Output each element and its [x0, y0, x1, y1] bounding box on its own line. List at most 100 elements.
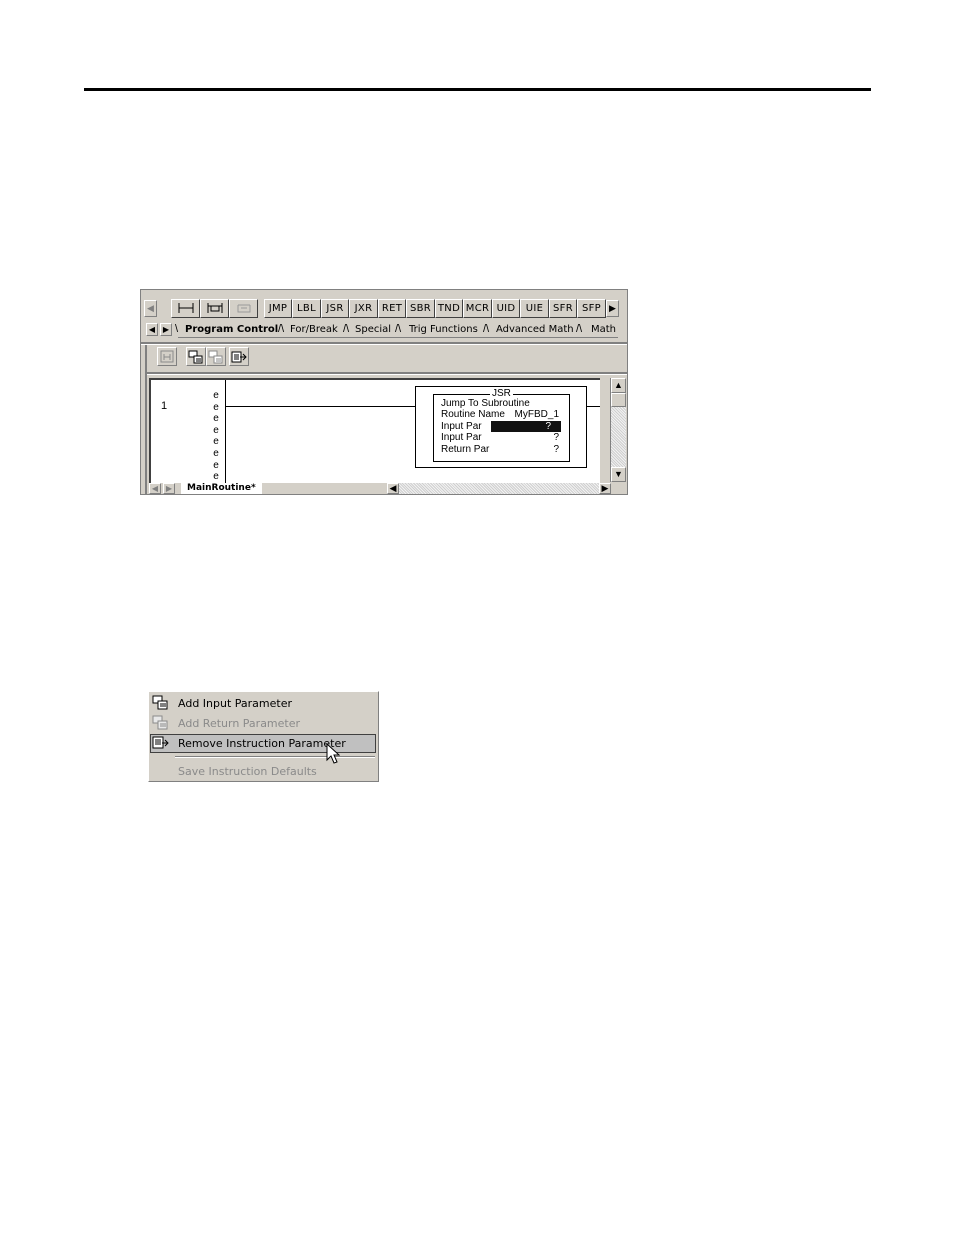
branch-icon: [207, 303, 222, 313]
rung-error-marker: e: [213, 471, 219, 483]
menu-item-add-return-parameter[interactable]: Add Return Parameter: [150, 714, 376, 733]
routine-frame-edge: [145, 345, 147, 494]
jsr-input-par-selected[interactable]: ?: [491, 421, 561, 432]
add-input-parameter-icon: [152, 695, 168, 710]
rung-icon: [178, 303, 193, 313]
hscroll-right-button[interactable]: ▶: [599, 483, 611, 494]
verify-routine-button[interactable]: [157, 347, 177, 366]
uid-button[interactable]: UID: [492, 299, 520, 318]
tab-special[interactable]: Special: [355, 322, 391, 337]
branch-level-button[interactable]: [229, 299, 258, 318]
menu-item-remove-instruction-parameter[interactable]: Remove Instruction Parameter: [150, 734, 376, 753]
menu-item-label: Add Return Parameter: [178, 717, 301, 730]
tab-separator: \: [175, 323, 179, 335]
remove-parameter-icon: [152, 736, 169, 749]
lbl-button[interactable]: LBL: [292, 299, 321, 318]
toolbar-divider: [141, 342, 627, 345]
tab-scroll-left-button[interactable]: ◀: [146, 323, 158, 336]
menu-item-label: Add Input Parameter: [178, 697, 293, 710]
jsr-input-par-label: Input Par: [441, 432, 482, 443]
tab-program-control[interactable]: Program Control: [185, 322, 278, 337]
routine-divider: [147, 372, 627, 375]
instruction-tab-strip: ◀ ▶ \ Program Control /\ For/Break /\ Sp…: [144, 322, 618, 338]
rung-button[interactable]: [171, 299, 200, 318]
jsr-routine-name-value[interactable]: MyFBD_1: [515, 409, 559, 420]
jsr-button[interactable]: JSR: [321, 299, 349, 318]
branch-level-icon: [237, 304, 250, 313]
menu-separator: [175, 756, 375, 758]
tab-separator: /\: [278, 323, 285, 335]
add-return-parameter-button[interactable]: [206, 347, 226, 366]
rung-error-markers: e e e e e e e e: [211, 390, 221, 483]
scroll-down-button[interactable]: ▼: [611, 467, 626, 482]
branch-button[interactable]: [200, 299, 229, 318]
vertical-scroll-track[interactable]: [611, 407, 626, 467]
tab-advanced-math[interactable]: Advanced Math: [496, 322, 574, 337]
jsr-input-par-value[interactable]: ?: [553, 432, 559, 443]
routine-toolbar: [149, 347, 449, 367]
tab-separator: /\: [483, 323, 490, 335]
tab-main-routine[interactable]: MainRoutine*: [181, 483, 262, 494]
remove-parameter-button[interactable]: [229, 347, 249, 366]
rung-number: 1: [161, 400, 168, 412]
tnd-button[interactable]: TND: [435, 299, 463, 318]
sfp-button[interactable]: SFP: [577, 299, 606, 318]
add-return-parameter-icon: [152, 715, 168, 730]
menu-item-save-instruction-defaults[interactable]: Save Instruction Defaults: [150, 762, 376, 781]
tab-math[interactable]: Math: [591, 322, 616, 337]
tab-baseline: [178, 337, 618, 338]
ladder-editor-window: ◀ JMP LBL JSR JXR RET SBR TND MCR UID UI…: [140, 289, 628, 495]
rung-error-marker: e: [213, 424, 219, 436]
instruction-toolbar: ◀ JMP LBL JSR JXR RET SBR TND MCR UID UI…: [144, 299, 619, 319]
jsr-input-par-label: Input Par: [441, 421, 482, 432]
sheet-scroll-left-button[interactable]: ◀: [149, 483, 161, 494]
menu-item-add-input-parameter[interactable]: Add Input Parameter: [150, 694, 376, 713]
ret-button[interactable]: RET: [378, 299, 406, 318]
parameter-context-menu: Add Input Parameter Add Return Parameter…: [148, 691, 379, 782]
hscroll-left-button[interactable]: ◀: [387, 483, 399, 494]
jxr-button[interactable]: JXR: [349, 299, 378, 318]
remove-parameter-icon: [231, 351, 247, 363]
toolbar-scroll-left-button[interactable]: ◀: [144, 300, 157, 317]
rung-error-marker: e: [213, 459, 219, 471]
vertical-scroll-thumb[interactable]: [611, 393, 626, 407]
add-input-parameter-button[interactable]: [186, 347, 206, 366]
jsr-instruction-body: Jump To Subroutine Routine Name MyFBD_1 …: [433, 394, 570, 462]
tab-trig-functions[interactable]: Trig Functions: [409, 322, 478, 337]
tab-separator: /\: [576, 323, 583, 335]
jsr-description: Jump To Subroutine: [441, 398, 530, 409]
tab-separator: /\: [343, 323, 350, 335]
rung-error-marker: e: [213, 390, 219, 401]
tab-scroll-right-button[interactable]: ▶: [160, 323, 172, 336]
jsr-return-par-value[interactable]: ?: [553, 444, 559, 455]
jsr-routine-name-label: Routine Name: [441, 409, 505, 420]
tab-separator: /\: [395, 323, 402, 335]
tab-for-break[interactable]: For/Break: [290, 322, 338, 337]
menu-item-label: Remove Instruction Parameter: [178, 737, 346, 750]
jsr-input-par-value: ?: [545, 421, 551, 432]
scroll-up-button[interactable]: ▲: [611, 378, 626, 393]
jsr-instruction-block[interactable]: Jump To Subroutine Routine Name MyFBD_1 …: [415, 386, 587, 468]
rung-error-marker: e: [213, 413, 219, 425]
add-input-parameter-icon: [188, 350, 203, 364]
rung-error-marker: e: [213, 436, 219, 448]
rung-error-marker: e: [213, 401, 219, 413]
jsr-return-par-label: Return Par: [441, 444, 490, 455]
ladder-rung-area[interactable]: 1 e e e e e e e e Jump To Subroutine Rou…: [149, 378, 600, 484]
sheet-scroll-right-button[interactable]: ▶: [163, 483, 175, 494]
verify-icon: [160, 350, 174, 363]
sheet-tab-bar: ◀ ▶ MainRoutine* ◀ ▶: [147, 483, 627, 494]
horizontal-scrollbar[interactable]: ◀ ▶: [387, 483, 611, 494]
sfr-button[interactable]: SFR: [549, 299, 577, 318]
jmp-button[interactable]: JMP: [264, 299, 292, 318]
add-return-parameter-icon: [208, 350, 223, 364]
uie-button[interactable]: UIE: [520, 299, 549, 318]
menu-item-label: Save Instruction Defaults: [178, 765, 317, 778]
sbr-button[interactable]: SBR: [406, 299, 435, 318]
mouse-cursor-icon: [326, 743, 340, 764]
toolbar-scroll-right-button[interactable]: ▶: [606, 300, 619, 317]
rung-error-marker: e: [213, 447, 219, 459]
power-rail: [225, 380, 226, 484]
vertical-scrollbar[interactable]: ▲ ▼: [610, 378, 626, 482]
mcr-button[interactable]: MCR: [463, 299, 492, 318]
